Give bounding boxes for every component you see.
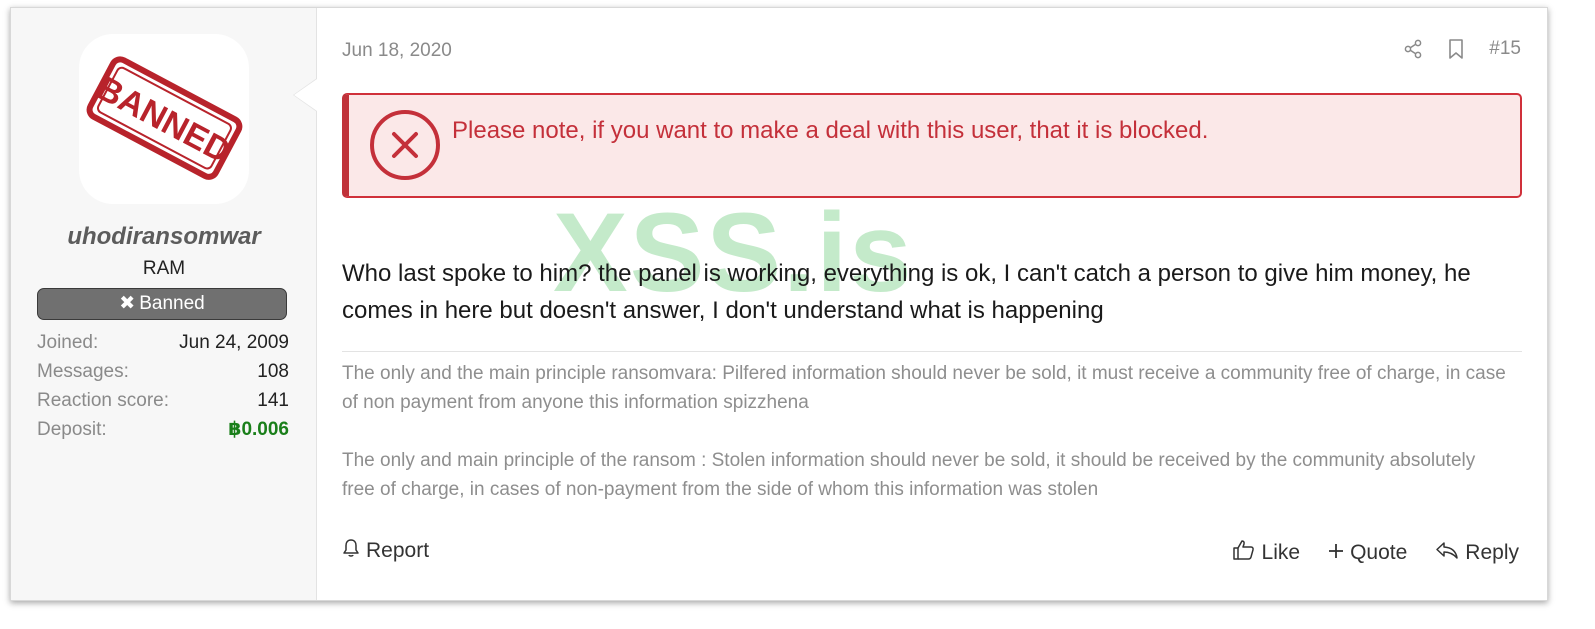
signature-line: The only and the main principle ransomva… [342, 363, 1506, 413]
reply-button[interactable]: Reply [1435, 540, 1519, 566]
post-main: Jun 18, 2020 #15 Please note, if you wan… [317, 8, 1547, 600]
post-date[interactable]: Jun 18, 2020 [342, 40, 452, 62]
quote-button[interactable]: Quote [1328, 541, 1407, 565]
like-label: Like [1261, 541, 1301, 564]
post-message: Who last spoke to him? the panel is work… [342, 260, 1471, 324]
stat-value: 141 [257, 390, 289, 411]
stat-label: Deposit: [37, 419, 107, 440]
stat-value: Jun 24, 2009 [179, 332, 289, 353]
stat-joined: Joined: Jun 24, 2009 [37, 330, 289, 359]
thumbs-up-icon [1232, 538, 1256, 568]
like-button[interactable]: Like [1232, 538, 1301, 568]
user-arrow [293, 78, 317, 112]
report-button[interactable]: Report [342, 538, 429, 564]
post-header-actions: #15 [1403, 38, 1521, 60]
stat-label: Joined: [37, 332, 99, 353]
signature-divider [342, 351, 1522, 352]
stat-value: ฿0.006 [228, 419, 289, 440]
quote-label: Quote [1350, 541, 1408, 564]
stat-value[interactable]: 108 [257, 359, 289, 388]
stat-label: Reaction score: [37, 390, 170, 411]
bell-icon [342, 538, 360, 564]
notice-text: Please note, if you want to make a deal … [452, 117, 1209, 144]
username[interactable]: uhodiransomwar [11, 223, 317, 251]
avatar[interactable]: BANNED [79, 34, 249, 204]
signature-line: The only and main principle of the ranso… [342, 450, 1476, 500]
stat-deposit: Deposit: ฿0.006 [37, 417, 289, 446]
close-icon: ✖ [119, 293, 136, 314]
user-stats: Joined: Jun 24, 2009 Messages: 108 React… [37, 330, 289, 446]
bookmark-icon[interactable] [1447, 38, 1465, 60]
post-container: BANNED uhodiransomwar RAM ✖ Banned Joined… [10, 7, 1548, 601]
stat-messages: Messages: 108 [37, 359, 289, 388]
reply-arrow-icon [1435, 540, 1459, 566]
banner-label: Banned [139, 293, 205, 314]
stat-label: Messages: [37, 361, 129, 382]
stat-reaction-score: Reaction score: 141 [37, 388, 289, 417]
blocked-user-notice: Please note, if you want to make a deal … [342, 93, 1522, 198]
status-badge: ✖ Banned [37, 288, 287, 320]
user-title: RAM [142, 258, 186, 279]
user-info-panel: BANNED uhodiransomwar RAM ✖ Banned Joined… [11, 8, 317, 600]
post-footer-actions: Like Quote Reply [1232, 538, 1519, 568]
reply-label: Reply [1465, 541, 1519, 564]
error-circle-x-icon [369, 109, 441, 186]
report-label: Report [366, 539, 430, 562]
share-icon[interactable] [1403, 39, 1423, 59]
post-number[interactable]: #15 [1489, 38, 1521, 60]
banned-stamp-icon: BANNED [86, 56, 243, 180]
plus-icon [1328, 541, 1344, 565]
